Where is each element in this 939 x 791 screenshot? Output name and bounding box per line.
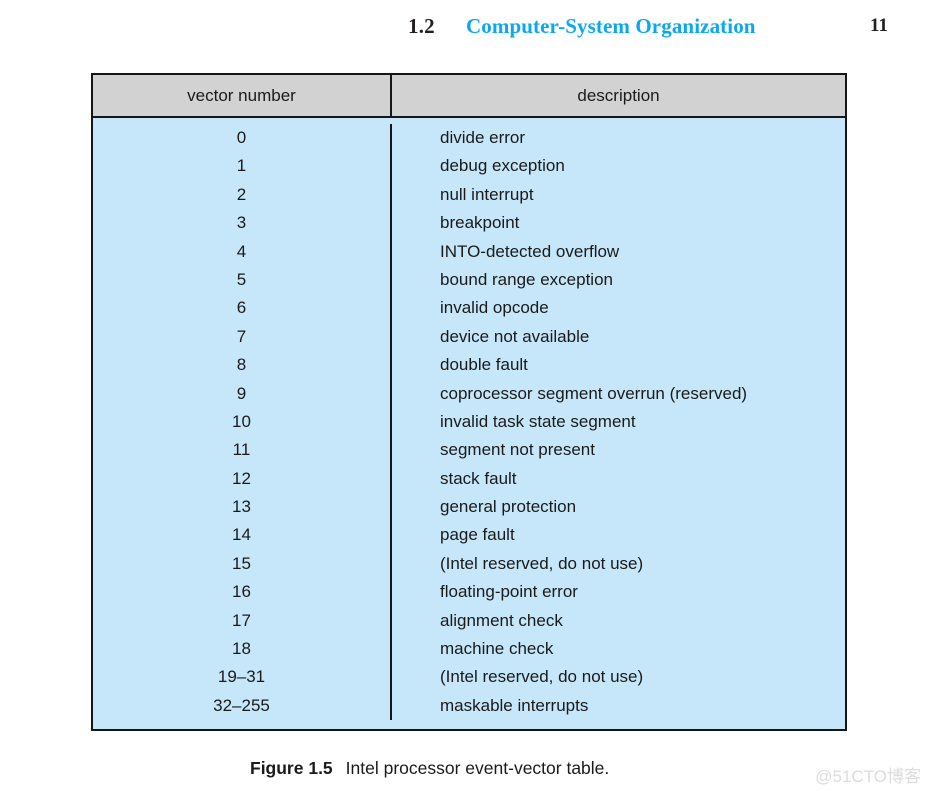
- table-row: 5 bound range exception: [93, 265, 845, 295]
- section-title: Computer-System Organization: [466, 14, 756, 38]
- table-row: 3 breakpoint: [93, 209, 845, 238]
- cell-vector-number: 2: [236, 184, 247, 204]
- table-row: 7 device not available: [93, 322, 845, 352]
- cell-vector-number: 19–31: [217, 667, 266, 687]
- watermark: @51CTO博客: [815, 767, 921, 786]
- figure-caption: Figure 1.5 Intel processor event-vector t…: [250, 758, 609, 779]
- cell-description: segment not present: [390, 436, 845, 465]
- table-header-row: vector number description: [93, 75, 845, 118]
- cell-vector-number: 0: [236, 128, 247, 147]
- table-row: 17 alignment check: [93, 606, 845, 636]
- cell-description: page fault: [390, 521, 845, 550]
- cell-vector-number: 4: [236, 241, 247, 261]
- cell-description: alignment check: [390, 606, 845, 636]
- cell-vector-number: 10: [232, 411, 251, 431]
- column-header-description: description: [390, 75, 845, 116]
- cell-description: bound range exception: [390, 265, 845, 295]
- column-header-vector-number: vector number: [187, 86, 296, 105]
- cell-vector-number: 5: [236, 269, 247, 289]
- section-number: 1.2: [408, 14, 435, 38]
- cell-description: coprocessor segment overrun (reserved): [390, 379, 845, 408]
- cell-vector-number: 32–255: [213, 695, 270, 715]
- cell-description: stack fault: [390, 464, 845, 494]
- table-row: 6 invalid opcode: [93, 294, 845, 323]
- table-row: 19–31 (Intel reserved, do not use): [93, 663, 845, 692]
- cell-description: null interrupt: [390, 180, 845, 210]
- cell-description: floating-point error: [390, 578, 845, 607]
- cell-description: maskable interrupts: [390, 691, 845, 721]
- table-row: 15 (Intel reserved, do not use): [93, 549, 845, 579]
- cell-vector-number: 13: [232, 497, 251, 517]
- cell-description: divide error: [390, 124, 845, 153]
- figure-caption-label: Figure 1.5: [250, 758, 333, 778]
- cell-vector-number: 1: [236, 156, 247, 176]
- table-row: 9 coprocessor segment overrun (reserved): [93, 379, 845, 408]
- cell-description: invalid opcode: [390, 294, 845, 323]
- table-row: 4 INTO-detected overflow: [93, 237, 845, 266]
- table-row: 12 stack fault: [93, 464, 845, 494]
- table-row: 18 machine check: [93, 635, 845, 664]
- cell-vector-number: 9: [236, 383, 247, 403]
- cell-vector-number: 11: [232, 440, 251, 460]
- cell-vector-number: 3: [236, 213, 247, 233]
- table-row: 10 invalid task state segment: [93, 407, 845, 437]
- cell-description: machine check: [390, 635, 845, 664]
- cell-description: device not available: [390, 322, 845, 352]
- figure-caption-text: Intel processor event-vector table.: [345, 758, 610, 778]
- table-row: 11 segment not present: [93, 436, 845, 465]
- page-running-head: 1.2 Computer-System Organization 11: [0, 14, 939, 44]
- table-row: 2 null interrupt: [93, 180, 845, 210]
- table-body: 0 divide error 1 debug exception 2 null …: [93, 118, 845, 730]
- table-row: 32–255 maskable interrupts: [93, 691, 845, 721]
- table-row: 13 general protection: [93, 493, 845, 522]
- cell-description: double fault: [390, 351, 845, 380]
- cell-description: (Intel reserved, do not use): [390, 663, 845, 692]
- table-row: 8 double fault: [93, 351, 845, 380]
- cell-description: breakpoint: [390, 209, 845, 238]
- cell-vector-number: 12: [232, 468, 251, 488]
- cell-vector-number: 17: [232, 610, 251, 630]
- cell-description: (Intel reserved, do not use): [390, 549, 845, 579]
- cell-description: invalid task state segment: [390, 407, 845, 437]
- table-row: 16 floating-point error: [93, 578, 845, 607]
- cell-vector-number: 18: [232, 639, 251, 659]
- table-row: 1 debug exception: [93, 152, 845, 181]
- cell-vector-number: 14: [232, 525, 251, 545]
- event-vector-table: vector number description 0 divide error…: [91, 73, 847, 732]
- page-number: 11: [870, 15, 888, 36]
- table-row: 14 page fault: [93, 521, 845, 550]
- cell-vector-number: 15: [232, 553, 251, 573]
- table-row: 0 divide error: [93, 124, 845, 153]
- cell-vector-number: 7: [236, 326, 247, 346]
- cell-vector-number: 8: [236, 355, 247, 375]
- cell-vector-number: 16: [232, 582, 251, 602]
- cell-description: debug exception: [390, 152, 845, 181]
- cell-description: general protection: [390, 493, 845, 522]
- cell-vector-number: 6: [236, 298, 247, 318]
- cell-description: INTO-detected overflow: [390, 237, 845, 266]
